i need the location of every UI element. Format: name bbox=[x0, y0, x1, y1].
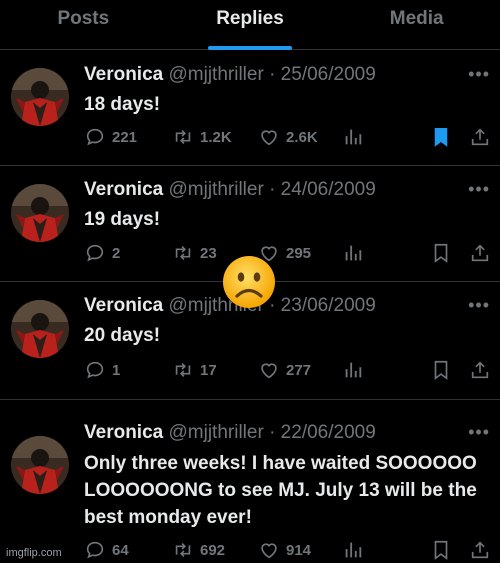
reply-button[interactable]: 64 bbox=[84, 539, 129, 561]
share-button[interactable] bbox=[469, 359, 491, 381]
views-button[interactable] bbox=[342, 242, 364, 264]
views-button[interactable] bbox=[342, 359, 364, 381]
heart-icon bbox=[261, 130, 277, 146]
retweet-button[interactable]: 1.2K bbox=[172, 126, 232, 148]
like-button[interactable]: 277 bbox=[258, 359, 311, 381]
reply-count: 221 bbox=[112, 128, 138, 146]
retweet-icon bbox=[175, 542, 191, 558]
retweet-button[interactable]: 17 bbox=[172, 359, 217, 381]
tweet[interactable]: Veronica @mjjthriller · 25/06/2009 ••• 1… bbox=[0, 51, 500, 166]
more-options-icon[interactable]: ••• bbox=[468, 295, 490, 316]
tweet-header: Veronica @mjjthriller · 22/06/2009 bbox=[84, 422, 376, 444]
tweet-text: 20 days! bbox=[84, 325, 161, 346]
retweet-icon bbox=[175, 362, 191, 378]
reply-count: 1 bbox=[112, 361, 121, 379]
like-button[interactable]: 914 bbox=[258, 539, 311, 561]
more-options-icon[interactable]: ••• bbox=[468, 179, 490, 200]
reply-icon bbox=[86, 244, 104, 262]
bookmark-icon bbox=[434, 360, 448, 380]
views-icon bbox=[345, 245, 362, 261]
tweet-text: 19 days! bbox=[84, 209, 161, 230]
retweet-icon bbox=[175, 245, 191, 261]
avatar[interactable] bbox=[11, 184, 69, 242]
tweet-date[interactable]: · 22/06/2009 bbox=[269, 422, 376, 443]
frowning-face-emoji-icon bbox=[222, 255, 276, 309]
reply-button[interactable]: 221 bbox=[84, 126, 137, 148]
tab-posts[interactable]: Posts bbox=[0, 0, 167, 49]
author-name[interactable]: Veronica bbox=[84, 422, 163, 443]
reply-icon bbox=[86, 541, 104, 559]
like-count: 277 bbox=[286, 361, 312, 379]
retweet-icon bbox=[175, 129, 191, 145]
tweet-text: Only three weeks! I have waited SOOOOOO … bbox=[84, 453, 477, 528]
reply-count: 64 bbox=[112, 541, 129, 559]
author-name[interactable]: Veronica bbox=[84, 64, 163, 85]
reply-button[interactable]: 1 bbox=[84, 359, 120, 381]
reply-icon bbox=[86, 128, 104, 146]
share-icon bbox=[471, 361, 489, 379]
tab-media[interactable]: Media bbox=[333, 0, 500, 49]
views-icon bbox=[345, 542, 362, 558]
reply-button[interactable]: 2 bbox=[84, 242, 120, 264]
bookmark-button[interactable] bbox=[430, 242, 452, 264]
tweet-text: 18 days! bbox=[84, 94, 161, 115]
like-count: 914 bbox=[286, 541, 312, 559]
bookmark-button[interactable] bbox=[430, 126, 452, 148]
reply-count: 2 bbox=[112, 244, 121, 262]
heart-icon bbox=[261, 543, 277, 559]
retweet-count: 692 bbox=[200, 541, 226, 559]
like-count: 295 bbox=[286, 244, 312, 262]
views-button[interactable] bbox=[342, 539, 364, 561]
avatar[interactable] bbox=[11, 68, 69, 126]
author-handle[interactable]: @mjjthriller bbox=[169, 64, 264, 85]
share-button[interactable] bbox=[469, 242, 491, 264]
retweet-count: 23 bbox=[200, 244, 217, 262]
retweet-count: 17 bbox=[200, 361, 217, 379]
tweet-date[interactable]: · 24/06/2009 bbox=[269, 179, 376, 200]
views-icon bbox=[345, 129, 362, 145]
author-handle[interactable]: @mjjthriller bbox=[169, 422, 264, 443]
tweet-date[interactable]: · 25/06/2009 bbox=[269, 64, 376, 85]
retweet-count: 1.2K bbox=[200, 128, 232, 146]
watermark: imgflip.com bbox=[6, 547, 62, 559]
author-name[interactable]: Veronica bbox=[84, 179, 163, 200]
bookmark-filled-icon bbox=[434, 128, 448, 147]
views-icon bbox=[345, 362, 362, 378]
tab-replies[interactable]: Replies bbox=[167, 0, 334, 50]
author-handle[interactable]: @mjjthriller bbox=[169, 179, 264, 200]
tweet-actions: 1 17 277 bbox=[84, 359, 494, 383]
reply-icon bbox=[86, 361, 104, 379]
bookmark-button[interactable] bbox=[430, 539, 452, 561]
like-count: 2.6K bbox=[286, 128, 318, 146]
share-icon bbox=[471, 128, 489, 146]
more-options-icon[interactable]: ••• bbox=[468, 422, 490, 443]
like-button[interactable]: 2.6K bbox=[258, 126, 318, 148]
tweet-header: Veronica @mjjthriller · 25/06/2009 bbox=[84, 64, 376, 86]
tweet-actions: 221 1.2K 2.6K bbox=[84, 126, 494, 150]
share-button[interactable] bbox=[469, 126, 491, 148]
tweet-header: Veronica @mjjthriller · 24/06/2009 bbox=[84, 179, 376, 201]
heart-icon bbox=[261, 363, 277, 379]
retweet-button[interactable]: 23 bbox=[172, 242, 217, 264]
tweet-actions: 64 692 914 bbox=[84, 539, 494, 563]
share-icon bbox=[471, 541, 489, 559]
more-options-icon[interactable]: ••• bbox=[468, 64, 490, 85]
share-icon bbox=[471, 244, 489, 262]
views-button[interactable] bbox=[342, 126, 364, 148]
avatar[interactable] bbox=[11, 436, 69, 494]
retweet-button[interactable]: 692 bbox=[172, 539, 225, 561]
share-button[interactable] bbox=[469, 539, 491, 561]
bookmark-icon bbox=[434, 243, 448, 263]
bookmark-button[interactable] bbox=[430, 359, 452, 381]
author-name[interactable]: Veronica bbox=[84, 295, 163, 316]
tweet[interactable]: Veronica @mjjthriller · 22/06/2009 ••• O… bbox=[0, 400, 500, 563]
bookmark-icon bbox=[434, 540, 448, 560]
active-tab-indicator bbox=[208, 46, 292, 50]
avatar[interactable] bbox=[11, 300, 69, 358]
tweet-date[interactable]: · 23/06/2009 bbox=[269, 295, 376, 316]
profile-tabs: Posts Replies Media bbox=[0, 0, 500, 50]
tweet-actions: 2 23 295 bbox=[84, 242, 494, 266]
